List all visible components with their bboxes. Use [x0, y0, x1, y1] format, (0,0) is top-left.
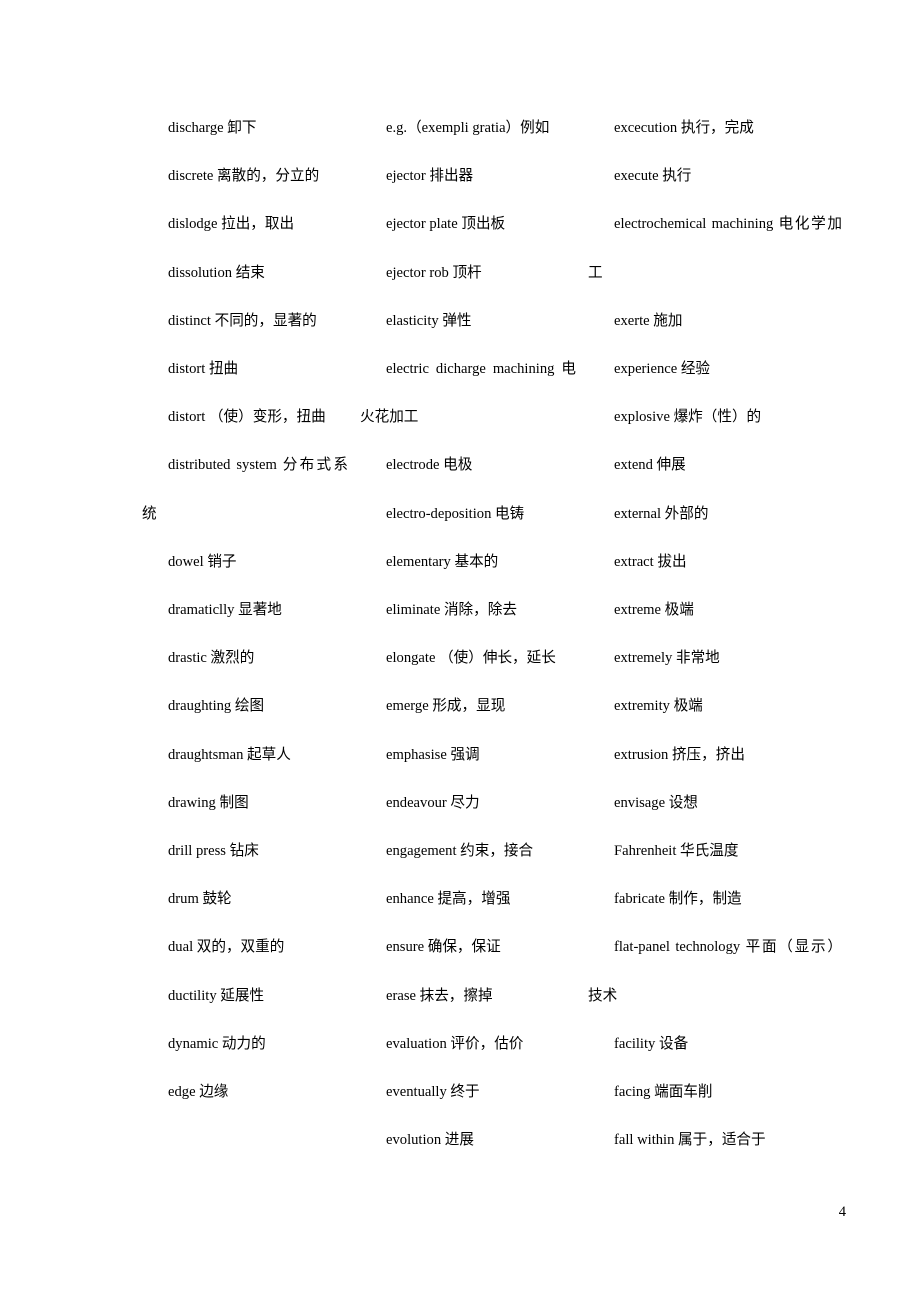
glossary-entry: draughtsman 起草人: [168, 746, 291, 763]
page-number: 4: [838, 1204, 846, 1220]
glossary-entry: endeavour 尽力: [386, 794, 480, 811]
glossary-entry: ensure 确保，保证: [386, 939, 501, 956]
glossary-entry: draughting 绘图: [168, 698, 265, 715]
glossary-entry: ejector plate 顶出板: [386, 216, 506, 233]
glossary-entry: eliminate 消除，除去: [386, 602, 517, 619]
glossary-entry: electro-deposition 电铸: [386, 505, 525, 522]
glossary-entry: ejector rob 顶杆: [386, 264, 482, 281]
glossary-entry: evolution 进展: [386, 1132, 474, 1149]
glossary-entry: dowel 销子: [168, 553, 237, 570]
glossary-entry: extrusion 挤压，挤出: [614, 746, 745, 763]
glossary-column-2: e.g.（exempli gratia）例如 ejector 排出器 eject…: [360, 104, 588, 1164]
glossary-entry: elasticity 弹性: [386, 312, 472, 329]
glossary-entry: drill press 钻床: [168, 843, 259, 860]
glossary-entry: edge 边缘: [168, 1084, 229, 1101]
glossary-entry: explosive 爆炸（性）的: [614, 409, 762, 426]
glossary-entry: dislodge 拉出，取出: [168, 216, 295, 233]
glossary-entry: dramaticlly 显著地: [168, 602, 282, 619]
glossary-entry: Fahrenheit 华氏温度: [614, 843, 739, 860]
glossary-entry: fall within 属于，适合于: [614, 1132, 766, 1149]
glossary-entry: engagement 约束，接合: [386, 843, 534, 860]
glossary-entry: electric dicharge machining 电火花加工: [360, 361, 576, 426]
glossary-entry: discrete 离散的，分立的: [168, 168, 320, 185]
glossary-column-3: excecution 执行，完成 execute 执行 electrochemi…: [588, 104, 842, 1164]
glossary-entry: e.g.（exempli gratia）例如: [386, 120, 550, 136]
glossary-entry: dual 双的，双重的: [168, 939, 285, 956]
glossary-entry: extremity 极端: [614, 698, 703, 715]
glossary-entry: extract 拔出: [614, 553, 687, 570]
glossary-entry: electrode 电极: [386, 457, 473, 474]
glossary-entry: drastic 激烈的: [168, 650, 255, 667]
glossary-entry: fabricate 制作，制造: [614, 891, 742, 908]
glossary-entry: facing 端面车削: [614, 1084, 713, 1101]
glossary-entry: extend 伸展: [614, 457, 686, 474]
glossary-entry: discharge 卸下: [168, 120, 257, 136]
glossary-entry: ductility 延展性: [168, 987, 265, 1004]
glossary-entry: experience 经验: [614, 361, 711, 378]
glossary-entry: facility 设备: [614, 1035, 689, 1052]
glossary-entry: dynamic 动力的: [168, 1035, 266, 1052]
glossary-column-1: discharge 卸下 discrete 离散的，分立的 dislodge 拉…: [142, 104, 360, 1116]
glossary-entry: distinct 不同的，显著的: [168, 312, 317, 329]
glossary-entry: eventually 终于: [386, 1084, 480, 1101]
glossary-entry: erase 抹去，擦掉: [386, 987, 493, 1004]
glossary-entry: flat-panel technology 平面（显示）技术: [588, 939, 842, 1004]
glossary-entry: drum 鼓轮: [168, 891, 232, 908]
glossary-entry: emphasise 强调: [386, 746, 480, 763]
glossary-entry: distort （使）变形，扭曲: [168, 409, 326, 426]
glossary-entry: dissolution 结束: [168, 264, 265, 281]
glossary-columns: discharge 卸下 discrete 离散的，分立的 dislodge 拉…: [142, 104, 842, 1164]
glossary-entry: emerge 形成，显现: [386, 698, 506, 715]
glossary-entry: evaluation 评价，估价: [386, 1035, 524, 1052]
glossary-entry: electrochemical machining 电化学加工: [588, 216, 842, 281]
glossary-entry: execute 执行: [614, 168, 692, 185]
glossary-entry: ejector 排出器: [386, 168, 474, 185]
glossary-entry: elongate （使）伸长，延长: [386, 650, 556, 667]
glossary-entry: extremely 非常地: [614, 650, 720, 667]
glossary-entry: exerte 施加: [614, 312, 683, 329]
glossary-entry: envisage 设想: [614, 794, 698, 811]
glossary-entry: excecution 执行，完成: [614, 120, 754, 136]
glossary-entry: extreme 极端: [614, 602, 694, 619]
glossary-entry: drawing 制图: [168, 794, 249, 811]
glossary-entry: distributed system 分布式系统: [142, 457, 348, 522]
document-page: discharge 卸下 discrete 离散的，分立的 dislodge 拉…: [0, 0, 920, 1302]
glossary-entry: elementary 基本的: [386, 553, 499, 570]
glossary-entry: external 外部的: [614, 505, 709, 522]
glossary-entry: distort 扭曲: [168, 361, 239, 378]
glossary-entry: enhance 提高，增强: [386, 891, 511, 908]
